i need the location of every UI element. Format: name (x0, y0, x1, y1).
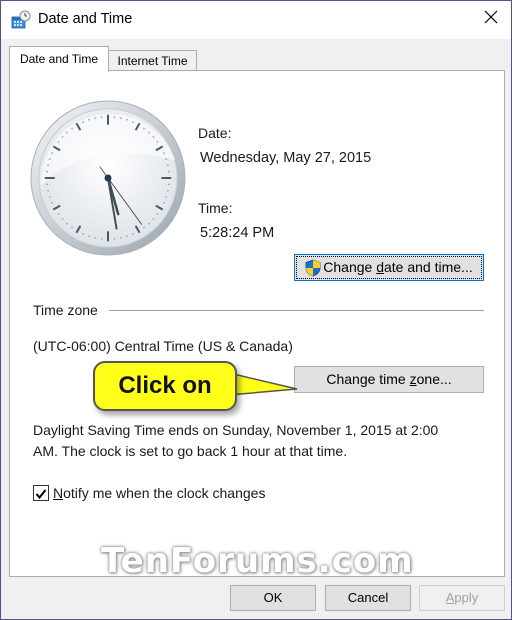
minute-dot (82, 233, 84, 235)
minute-dot (71, 226, 73, 229)
close-button[interactable] (471, 4, 511, 30)
notify-checkbox[interactable] (33, 485, 49, 501)
minute-dot (152, 136, 155, 138)
checkmark-icon (35, 489, 47, 500)
minute-dot (113, 238, 116, 240)
minute-dot (148, 222, 150, 225)
minute-dot (88, 235, 90, 238)
tenforums-watermark: TenForums.com (101, 541, 414, 581)
minute-dot (168, 170, 170, 173)
minute-dot (126, 118, 128, 121)
minute-dot (51, 202, 53, 204)
cancel-button[interactable]: Cancel (325, 585, 411, 611)
minute-dot (165, 196, 168, 198)
minute-dot (94, 117, 97, 120)
minute-dot (88, 118, 90, 121)
minute-dot (166, 164, 169, 167)
time-zone-separator (109, 310, 484, 311)
minute-dot (168, 183, 170, 186)
notify-label[interactable]: Notify me when the clock changes (53, 485, 265, 501)
minute-dot (48, 196, 51, 198)
notify-label-rest: otify me when the clock changes (63, 485, 266, 501)
minute-dot (132, 121, 134, 123)
clock-hub (104, 174, 112, 182)
click-on-callout: Click on (93, 361, 237, 411)
change-date-time-label-pre: Change (323, 259, 377, 275)
close-icon (484, 10, 498, 24)
change-date-time-label-post: ate and time... (384, 259, 473, 275)
minute-dot (119, 117, 122, 120)
window-title: Date and Time (38, 11, 133, 27)
minute-dot (66, 222, 68, 225)
minute-dot (119, 236, 122, 239)
apply-label-rest: pply (454, 590, 479, 605)
minute-dot (126, 235, 128, 238)
change-date-time-accel: d (376, 259, 384, 275)
time-zone-heading: Time zone (33, 302, 98, 318)
dst-info-line1: Daylight Saving Time ends on Sunday, Nov… (33, 422, 439, 438)
minute-dot (61, 218, 64, 220)
minute-dot (82, 121, 84, 123)
minute-dot (163, 202, 165, 204)
minute-dot (132, 233, 134, 235)
apply-button[interactable]: Apply (419, 585, 505, 611)
tab-date-and-time[interactable]: Date and Time (9, 46, 109, 72)
minute-dot (57, 141, 60, 143)
notify-accel: N (53, 485, 64, 501)
minute-dot (165, 158, 168, 160)
minute-dot (163, 152, 165, 154)
date-value: Wednesday, May 27, 2015 (200, 150, 372, 166)
change-time-zone-label-post: one... (416, 371, 452, 387)
minute-dot (148, 131, 150, 134)
title-bar[interactable]: Date and Time (1, 1, 511, 39)
minute-dot (156, 213, 159, 215)
minute-dot (51, 152, 53, 154)
minute-dot (46, 170, 48, 173)
minute-dot (61, 136, 64, 138)
minute-dot (152, 218, 155, 220)
minute-dot (156, 141, 159, 143)
date-time-icon (11, 10, 31, 29)
callout-pointer (229, 372, 298, 396)
minute-dot (57, 213, 60, 215)
change-time-zone-accel: z (409, 371, 417, 387)
minute-dot (143, 127, 145, 130)
minute-dot (100, 116, 103, 118)
ok-button[interactable]: OK (230, 585, 316, 611)
minute-dot (71, 127, 73, 130)
dst-info-line2: AM. The clock is set to go back 1 hour a… (33, 443, 348, 459)
analog-clock (30, 100, 186, 256)
time-zone-value: (UTC-06:00) Central Time (US & Canada) (33, 338, 293, 354)
minute-dot (94, 236, 97, 239)
change-time-zone-button[interactable]: Change time zone... (294, 366, 484, 393)
minute-dot (47, 164, 50, 167)
change-date-time-button[interactable]: Change date and time... (294, 254, 484, 281)
date-label: Date: (198, 125, 232, 141)
minute-dot (66, 131, 68, 134)
date-time-dialog: Date and Time Date and Time Internet Tim… (0, 0, 512, 620)
change-time-zone-label-pre: Change time (326, 371, 410, 387)
minute-dot (46, 183, 48, 186)
minute-dot (113, 116, 116, 118)
uac-shield-icon (305, 259, 321, 277)
minute-dot (143, 226, 145, 229)
time-label: Time: (198, 200, 233, 216)
time-value: 5:28:24 PM (200, 225, 275, 241)
minute-dot (166, 189, 169, 192)
minute-dot (100, 238, 103, 240)
tab-internet-time[interactable]: Internet Time (108, 50, 197, 71)
minute-dot (47, 189, 50, 192)
minute-dot (48, 158, 51, 160)
